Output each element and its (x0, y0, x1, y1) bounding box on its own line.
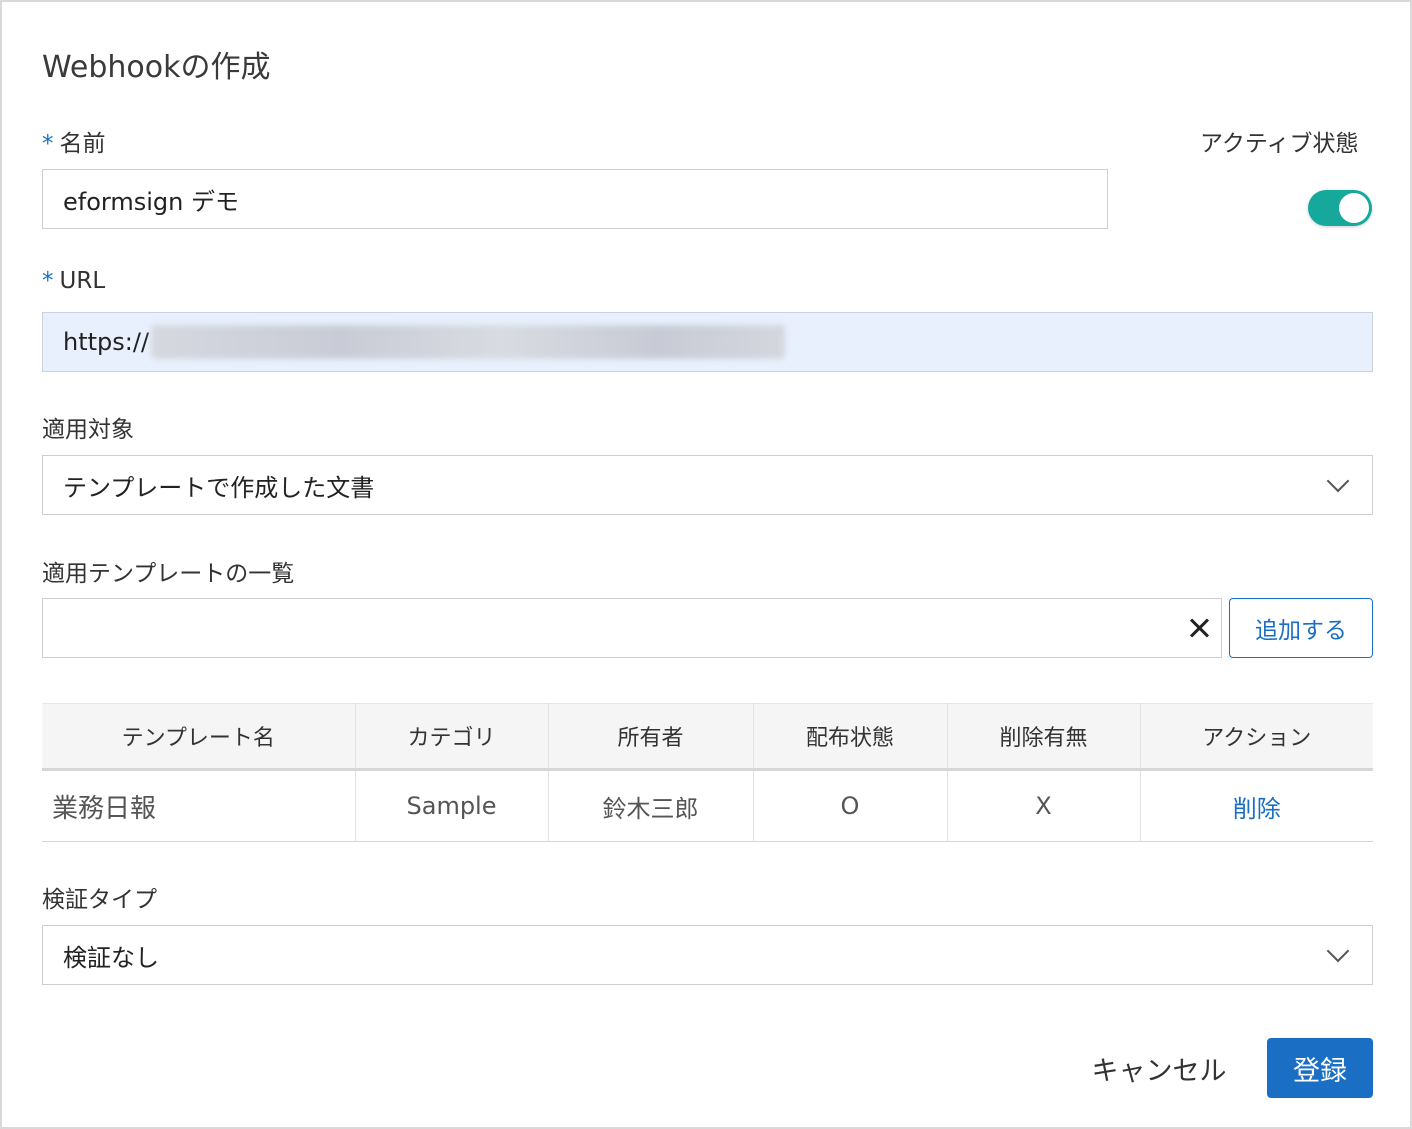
required-mark: * (42, 268, 54, 294)
required-mark: * (42, 131, 54, 157)
url-input[interactable]: https:// (42, 312, 1373, 372)
target-selected-value: テンプレートで作成した文書 (63, 473, 375, 502)
header-deleted: 削除有無 (947, 703, 1141, 771)
active-status-label: アクティブ状態 (1200, 131, 1359, 157)
header-action: アクション (1140, 703, 1373, 771)
cancel-button[interactable]: キャンセル (1074, 1038, 1244, 1098)
header-owner: 所有者 (548, 703, 754, 771)
table-header-row: テンプレート名 カテゴリ 所有者 配布状態 削除有無 アクション (42, 703, 1373, 771)
register-button[interactable]: 登録 (1267, 1038, 1373, 1098)
template-table: テンプレート名 カテゴリ 所有者 配布状態 削除有無 アクション 業務日報 Sa… (42, 703, 1373, 842)
header-distribution: 配布状態 (753, 703, 948, 771)
header-template-name: テンプレート名 (42, 703, 356, 771)
toggle-knob (1339, 193, 1369, 223)
table-row: 業務日報 Sample 鈴木三郎 O X 削除 (42, 769, 1373, 842)
verify-type-label: 検証タイプ (42, 887, 157, 913)
chevron-down-icon (1326, 939, 1350, 963)
dialog-title: Webhookの作成 (42, 50, 271, 85)
cell-distribution: O (753, 769, 948, 842)
url-label: * URL (42, 268, 105, 294)
active-toggle[interactable] (1308, 190, 1372, 226)
verify-selected-value: 検証なし (63, 943, 159, 972)
url-value: https:// (63, 328, 150, 356)
cell-template-name: 業務日報 (42, 769, 356, 842)
webhook-create-dialog: Webhookの作成 *名前 アクティブ状態 *URL https:// 適用対… (0, 0, 1412, 1129)
template-list-label: 適用テンプレートの一覧 (42, 561, 295, 587)
delete-template-link[interactable]: 削除 (1233, 795, 1281, 823)
cell-category: Sample (355, 769, 549, 842)
url-label-text: URL (59, 268, 106, 294)
cell-deleted: X (947, 769, 1141, 842)
template-search-input[interactable] (42, 598, 1222, 658)
url-redacted (151, 325, 786, 359)
name-label: * 名前 (42, 124, 106, 158)
verify-type-select[interactable]: 検証なし (42, 925, 1373, 985)
name-label-text: 名前 (59, 131, 106, 157)
cell-owner: 鈴木三郎 (548, 769, 754, 842)
header-category: カテゴリ (355, 703, 549, 771)
close-icon[interactable] (1186, 614, 1214, 642)
cell-action: 削除 (1140, 769, 1373, 842)
add-template-button[interactable]: 追加する (1229, 598, 1373, 658)
chevron-down-icon (1326, 469, 1350, 493)
name-input[interactable] (42, 169, 1108, 229)
target-label: 適用対象 (42, 417, 134, 443)
target-select[interactable]: テンプレートで作成した文書 (42, 455, 1373, 515)
